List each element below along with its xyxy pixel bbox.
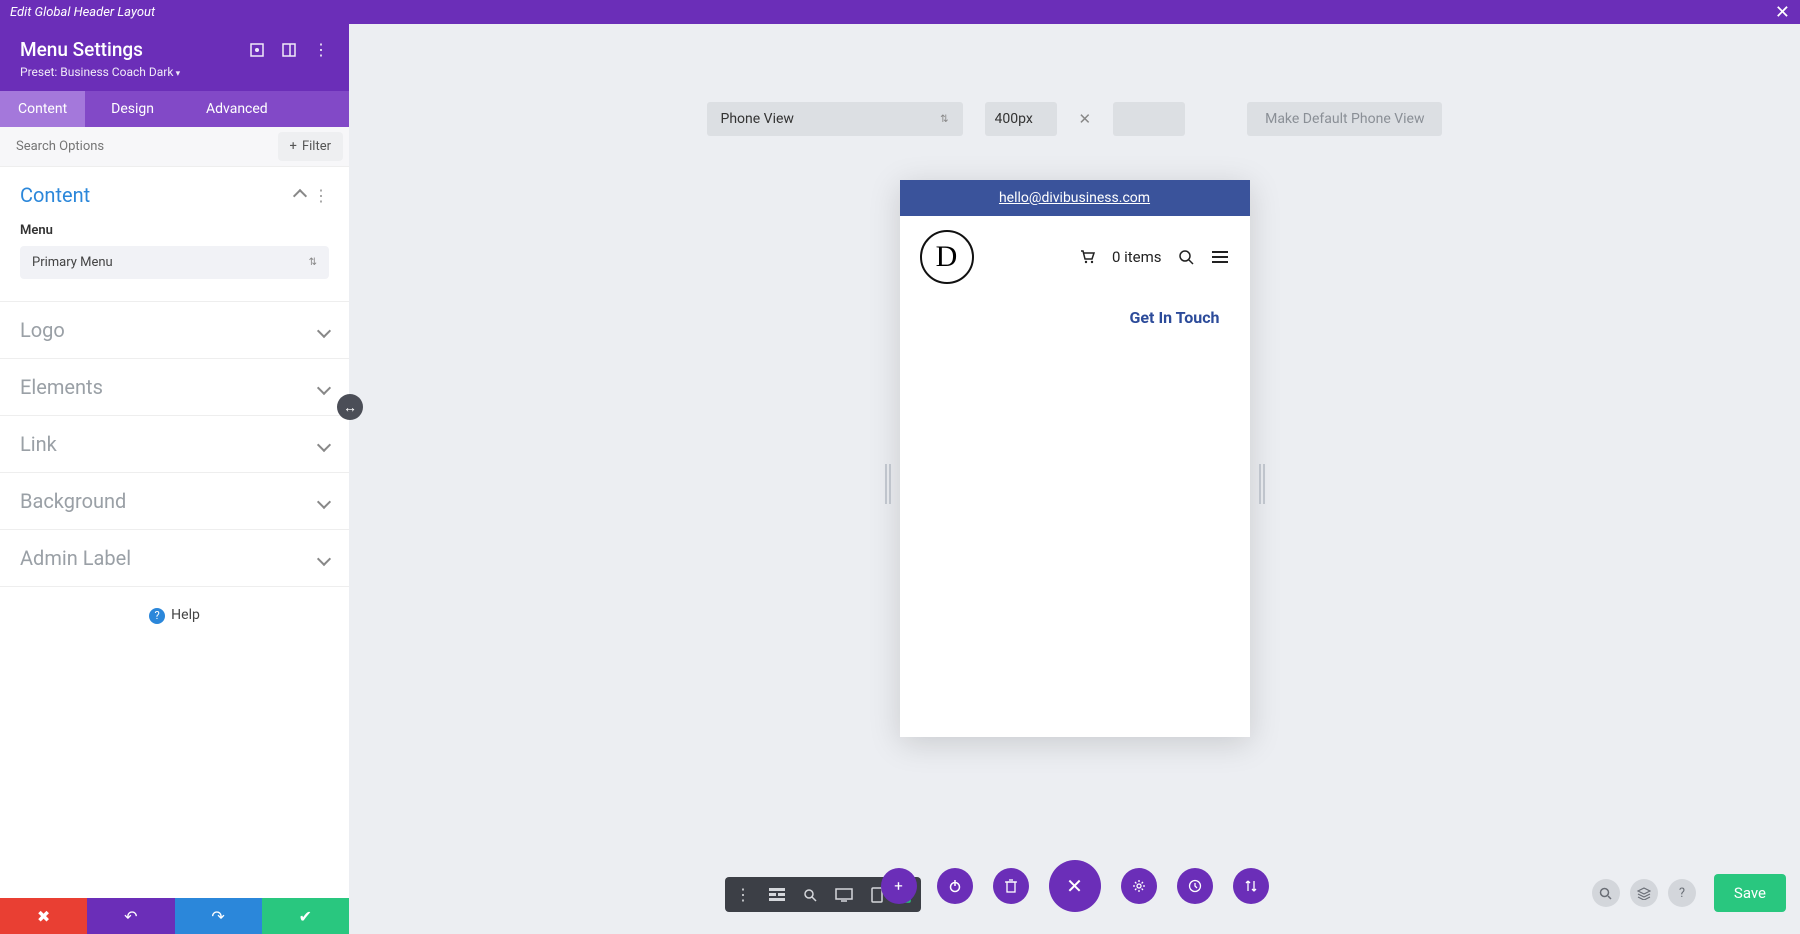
more-icon[interactable]: ⋮ (313, 186, 329, 205)
panel-content: Content ⋮ Menu Primary Menu ⇅ (0, 167, 349, 302)
preview-email: hello@divibusiness.com (999, 190, 1150, 206)
panel-logo-head[interactable]: Logo (0, 302, 349, 358)
search-icon[interactable] (1178, 249, 1194, 265)
canvas-toolbar: Phone View ⇅ ✕ Make Default Phone View (349, 24, 1800, 136)
chevron-down-icon (319, 435, 329, 454)
undo-button[interactable]: ↶ (87, 898, 174, 934)
help-icon: ? (149, 608, 165, 624)
toolbar-more-icon[interactable]: ⋮ (735, 885, 751, 904)
sort-button[interactable] (1233, 868, 1269, 904)
width-input[interactable] (985, 102, 1057, 136)
settings-sidebar: Menu Settings ⋮ Preset: Business Coach D… (0, 24, 349, 934)
panel-elements-title: Elements (20, 375, 103, 399)
panel-elements-head[interactable]: Elements (0, 359, 349, 415)
height-input[interactable] (1113, 102, 1185, 136)
select-caret-icon: ⇅ (940, 114, 948, 125)
layers-icon[interactable] (1630, 879, 1658, 907)
panel-content-head[interactable]: Content ⋮ (0, 167, 349, 223)
chevron-down-icon (319, 321, 329, 340)
preview-cta[interactable]: Get In Touch (900, 298, 1250, 357)
close-builder-button[interactable]: ✕ (1049, 860, 1101, 912)
app-top-bar: Edit Global Header Layout ✕ (0, 0, 1800, 24)
menu-select-value: Primary Menu (32, 255, 113, 270)
chevron-down-icon (319, 492, 329, 511)
panel-admin-label-head[interactable]: Admin Label (0, 530, 349, 586)
panel-link-title: Link (20, 432, 57, 456)
panel-background-head[interactable]: Background (0, 473, 349, 529)
save-button[interactable]: Save (1714, 874, 1786, 912)
preview-resize-right[interactable] (1259, 464, 1265, 504)
sidebar-resize-handle[interactable]: ↔ (337, 394, 363, 420)
panel-admin-label: Admin Label (0, 530, 349, 587)
builder-actions: + ✕ (881, 868, 1269, 912)
apply-button[interactable]: ✔ (262, 898, 349, 934)
chevron-down-icon (319, 378, 329, 397)
power-button[interactable] (937, 868, 973, 904)
tab-design[interactable]: Design (85, 91, 180, 127)
search-input[interactable] (0, 127, 278, 166)
preset-selector[interactable]: Preset: Business Coach Dark (20, 65, 329, 79)
wireframe-icon[interactable] (769, 888, 785, 902)
tab-advanced[interactable]: Advanced (180, 91, 294, 127)
filter-button[interactable]: + Filter (278, 132, 343, 161)
topbar-title: Edit Global Header Layout (10, 5, 155, 20)
panel-background: Background (0, 473, 349, 530)
preview-logo[interactable]: D (920, 230, 974, 284)
menu-field-label: Menu (20, 223, 329, 238)
preview-resize-left[interactable] (885, 464, 891, 504)
panel-admin-label-title: Admin Label (20, 546, 131, 570)
panel-background-title: Background (20, 489, 126, 513)
zoom-icon[interactable] (803, 888, 817, 902)
settings-button[interactable] (1121, 868, 1157, 904)
trash-button[interactable] (993, 868, 1029, 904)
panel-content-title: Content (20, 183, 90, 207)
tab-content[interactable]: Content (0, 91, 85, 127)
plus-icon: + (290, 139, 297, 154)
panel-link-head[interactable]: Link (0, 416, 349, 472)
sidebar-header: Menu Settings ⋮ Preset: Business Coach D… (0, 24, 349, 91)
redo-button[interactable]: ↷ (175, 898, 262, 934)
history-button[interactable] (1177, 868, 1213, 904)
phone-preview: hello@divibusiness.com D 0 items Get In … (900, 180, 1250, 737)
panel-logo-title: Logo (20, 318, 65, 342)
search-row: + Filter (0, 127, 349, 167)
discard-button[interactable]: ✖ (0, 898, 87, 934)
sidebar-bottom-actions: ✖ ↶ ↷ ✔ (0, 898, 349, 934)
more-icon[interactable]: ⋮ (313, 40, 329, 59)
filter-label: Filter (302, 139, 331, 154)
sidebar-title: Menu Settings (20, 38, 143, 61)
right-controls: ? Save (1592, 874, 1786, 912)
preview-canvas: Phone View ⇅ ✕ Make Default Phone View h… (349, 24, 1800, 934)
select-caret-icon: ⇅ (309, 257, 317, 268)
responsive-icon[interactable] (249, 42, 265, 58)
desktop-icon[interactable] (835, 888, 853, 902)
help-icon[interactable]: ? (1668, 879, 1696, 907)
help-label: Help (171, 607, 200, 623)
panel-link: Link (0, 416, 349, 473)
panel-elements: Elements (0, 359, 349, 416)
panel-icon[interactable] (281, 42, 297, 58)
find-icon[interactable] (1592, 879, 1620, 907)
make-default-button[interactable]: Make Default Phone View (1247, 102, 1442, 136)
menu-select[interactable]: Primary Menu ⇅ (20, 246, 329, 279)
add-button[interactable]: + (881, 868, 917, 904)
hamburger-icon[interactable] (1210, 249, 1230, 265)
view-select-value: Phone View (721, 111, 794, 127)
cart-text[interactable]: 0 items (1112, 248, 1162, 266)
settings-tabs: Content Design Advanced (0, 91, 349, 127)
preview-body (900, 357, 1250, 737)
help-link[interactable]: ? Help (0, 587, 349, 644)
times-icon: ✕ (1079, 110, 1092, 128)
view-select[interactable]: Phone View ⇅ (707, 102, 963, 136)
close-icon[interactable]: ✕ (1775, 2, 1790, 23)
panel-logo: Logo (0, 302, 349, 359)
preview-nav: D 0 items (900, 216, 1250, 298)
chevron-down-icon (319, 549, 329, 568)
cart-icon[interactable] (1080, 249, 1096, 265)
preview-topbar[interactable]: hello@divibusiness.com (900, 180, 1250, 216)
chevron-up-icon (295, 186, 305, 205)
